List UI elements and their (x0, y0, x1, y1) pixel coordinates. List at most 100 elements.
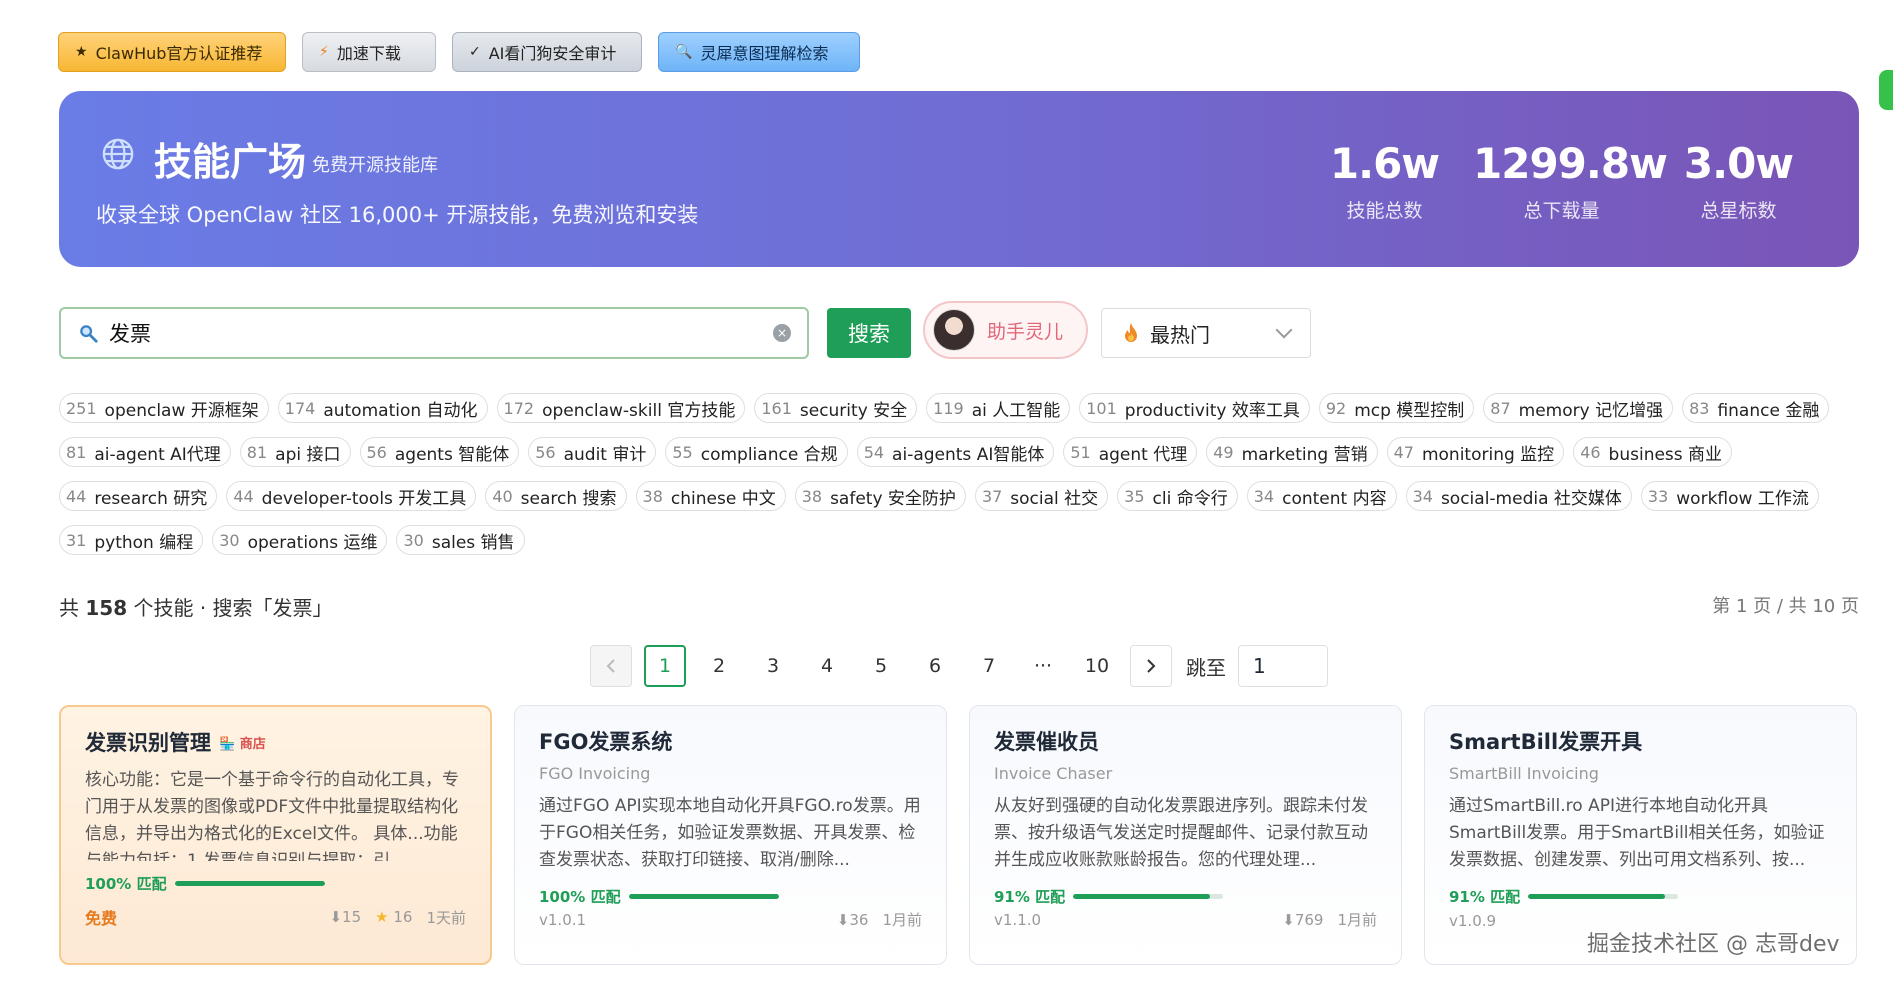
tag-chip[interactable]: 172 openclaw-skill 官方技能 (496, 393, 746, 423)
page-7-button[interactable]: 7 (968, 645, 1010, 687)
tag-label: ai 人工智能 (971, 400, 1061, 421)
tag-count: 54 (863, 442, 885, 462)
tag-chip[interactable]: 38 chinese 中文 (635, 481, 786, 511)
card-footer: v1.0.1 ⬇36 1月前 (539, 909, 922, 930)
tag-chip[interactable]: 34 social-media 社交媒体 (1405, 481, 1632, 511)
updated-time: 1天前 (426, 908, 466, 927)
tag-chip[interactable]: 56 agents 智能体 (359, 437, 520, 467)
tag-chip[interactable]: 87 memory 记忆增强 (1483, 393, 1674, 423)
search-input[interactable]: 发票 × (59, 307, 809, 359)
tag-chip[interactable]: 119 ai 人工智能 (926, 393, 1071, 423)
ai-security-audit-button[interactable]: ✓ AI看门狗安全审计 (452, 32, 642, 72)
tag-count: 38 (642, 486, 663, 506)
updated-time: 1月前 (1337, 911, 1377, 929)
tag-count: 38 (801, 486, 823, 506)
card-footer: 免费 ⬇15 ★ 16 1天前 (85, 905, 466, 929)
tag-chip[interactable]: 30 sales 销售 (396, 525, 525, 555)
tag-count: 161 (761, 398, 792, 418)
page-10-button[interactable]: 10 (1076, 645, 1118, 687)
tag-chip[interactable]: 40 search 搜索 (485, 481, 627, 511)
tag-label: developer-tools 开发工具 (261, 488, 467, 509)
jump-page-input[interactable]: 1 (1238, 645, 1328, 687)
tag-label: finance 金融 (1717, 400, 1820, 421)
stat-total-downloads: 1299.8w 总下载量 (1473, 139, 1668, 222)
match-bar (628, 894, 779, 899)
tag-chip[interactable]: 47 monitoring 监控 (1386, 437, 1565, 467)
side-edge-widget[interactable] (1879, 70, 1893, 110)
stat-total-skills: 1.6w 技能总数 (1329, 139, 1440, 222)
tag-count: 35 (1124, 486, 1145, 506)
tag-chip[interactable]: 54 ai-agents AI智能体 (856, 437, 1055, 467)
tag-chip[interactable]: 46 business 商业 (1573, 437, 1733, 467)
tag-chip[interactable]: 44 research 研究 (59, 481, 218, 511)
tag-chip[interactable]: 38 safety 安全防护 (794, 481, 966, 511)
tag-count: 55 (672, 442, 693, 462)
clear-icon[interactable]: × (773, 324, 791, 342)
tag-label: workflow 工作流 (1676, 488, 1809, 509)
tag-chip[interactable]: 251 openclaw 开源框架 (59, 393, 269, 423)
tag-count: 92 (1325, 398, 1347, 418)
tag-chip[interactable]: 44 developer-tools 开发工具 (226, 481, 477, 511)
tag-chip[interactable]: 161 security 安全 (754, 393, 918, 423)
match-score: 100% 匹配 (85, 873, 466, 894)
page-1-button[interactable]: 1 (644, 645, 686, 687)
tag-count: 81 (246, 442, 268, 462)
avatar (933, 309, 975, 351)
skill-card[interactable]: FGO发票系统 FGO Invoicing 通过FGO API实现本地自动化开具FG… (514, 705, 947, 965)
tag-chip[interactable]: 33 workflow 工作流 (1640, 481, 1819, 511)
tag-chip[interactable]: 56 audit 审计 (528, 437, 657, 467)
skill-card[interactable]: 发票催收员 Invoice Chaser 从友好到强硬的自动化发票跟进序列。跟踪未付… (969, 705, 1402, 965)
tag-chip[interactable]: 81 api 接口 (239, 437, 351, 467)
stat-total-stars: 3.0w 总星标数 (1683, 139, 1794, 222)
skill-card[interactable]: 发票识别管理 🏪 商店 核心功能：它是一个基于命令行的自动化工具，专门用于从发票的图… (59, 705, 492, 965)
tag-count: 44 (66, 486, 87, 506)
tag-label: memory 记忆增强 (1518, 400, 1664, 421)
assistant-button[interactable]: 助手灵儿 (923, 301, 1088, 359)
tag-label: automation 自动化 (323, 400, 478, 421)
tag-label: search 搜索 (520, 488, 617, 509)
page-ellipsis: ··· (1033, 655, 1053, 677)
search-button[interactable]: 搜索 (827, 308, 911, 358)
tag-chip[interactable]: 55 compliance 合规 (665, 437, 848, 467)
tag-label: research 研究 (94, 488, 208, 509)
tag-chip[interactable]: 35 cli 命令行 (1117, 481, 1238, 511)
sort-select[interactable]: 最热门 (1101, 308, 1311, 358)
tag-chip[interactable]: 37 social 社交 (974, 481, 1109, 511)
tag-chip[interactable]: 49 marketing 营销 (1206, 437, 1378, 467)
page-6-button[interactable]: 6 (914, 645, 956, 687)
download-count: ⬇15 (329, 908, 362, 926)
speed-download-button[interactable]: ⚡ 加速下载 (302, 32, 436, 72)
intent-search-button[interactable]: 🔍 灵犀意图理解检索 (658, 32, 860, 72)
card-title: FGO发票系统 (539, 730, 673, 754)
page-4-button[interactable]: 4 (806, 645, 848, 687)
tag-count: 46 (1580, 442, 1601, 462)
tag-chip[interactable]: 30 operations 运维 (212, 525, 388, 555)
tag-count: 30 (403, 530, 424, 550)
match-bar-fill (1528, 894, 1665, 899)
card-title-row: FGO发票系统 (539, 726, 922, 756)
card-footer: v1.1.0 ⬇769 1月前 (994, 909, 1377, 930)
tag-chip[interactable]: 34 content 内容 (1246, 481, 1397, 511)
tag-label: marketing 营销 (1241, 444, 1368, 465)
tag-chip[interactable]: 92 mcp 模型控制 (1318, 393, 1475, 423)
page-3-button[interactable]: 3 (752, 645, 794, 687)
card-subtitle: Invoice Chaser (994, 764, 1113, 783)
tag-chip[interactable]: 51 agent 代理 (1063, 437, 1198, 467)
version-label: v1.1.0 (994, 910, 1042, 929)
tag-chip[interactable]: 81 ai-agent AI代理 (59, 437, 231, 467)
pagination: 1 2 3 4 5 6 7 ··· 10 跳至 1 (590, 645, 1328, 687)
tag-chip[interactable]: 101 productivity 效率工具 (1079, 393, 1310, 423)
clawhub-recommend-button[interactable]: ★ ClawHub官方认证推荐 (58, 32, 286, 72)
tag-count: 49 (1213, 442, 1234, 462)
tag-chip[interactable]: 83 finance 金融 (1682, 393, 1830, 423)
prev-page-button[interactable] (590, 645, 632, 687)
tag-chip[interactable]: 174 automation 自动化 (277, 393, 488, 423)
page-5-button[interactable]: 5 (860, 645, 902, 687)
tag-label: chinese 中文 (670, 488, 776, 509)
card-description: 通过FGO API实现本地自动化开具FGO.ro发票。用于FGO相关任务，如验证… (539, 796, 921, 870)
tag-chip[interactable]: 31 python 编程 (59, 525, 204, 555)
tag-count: 30 (219, 530, 240, 550)
fire-icon (1125, 323, 1137, 342)
page-2-button[interactable]: 2 (698, 645, 740, 687)
next-page-button[interactable] (1130, 645, 1172, 687)
